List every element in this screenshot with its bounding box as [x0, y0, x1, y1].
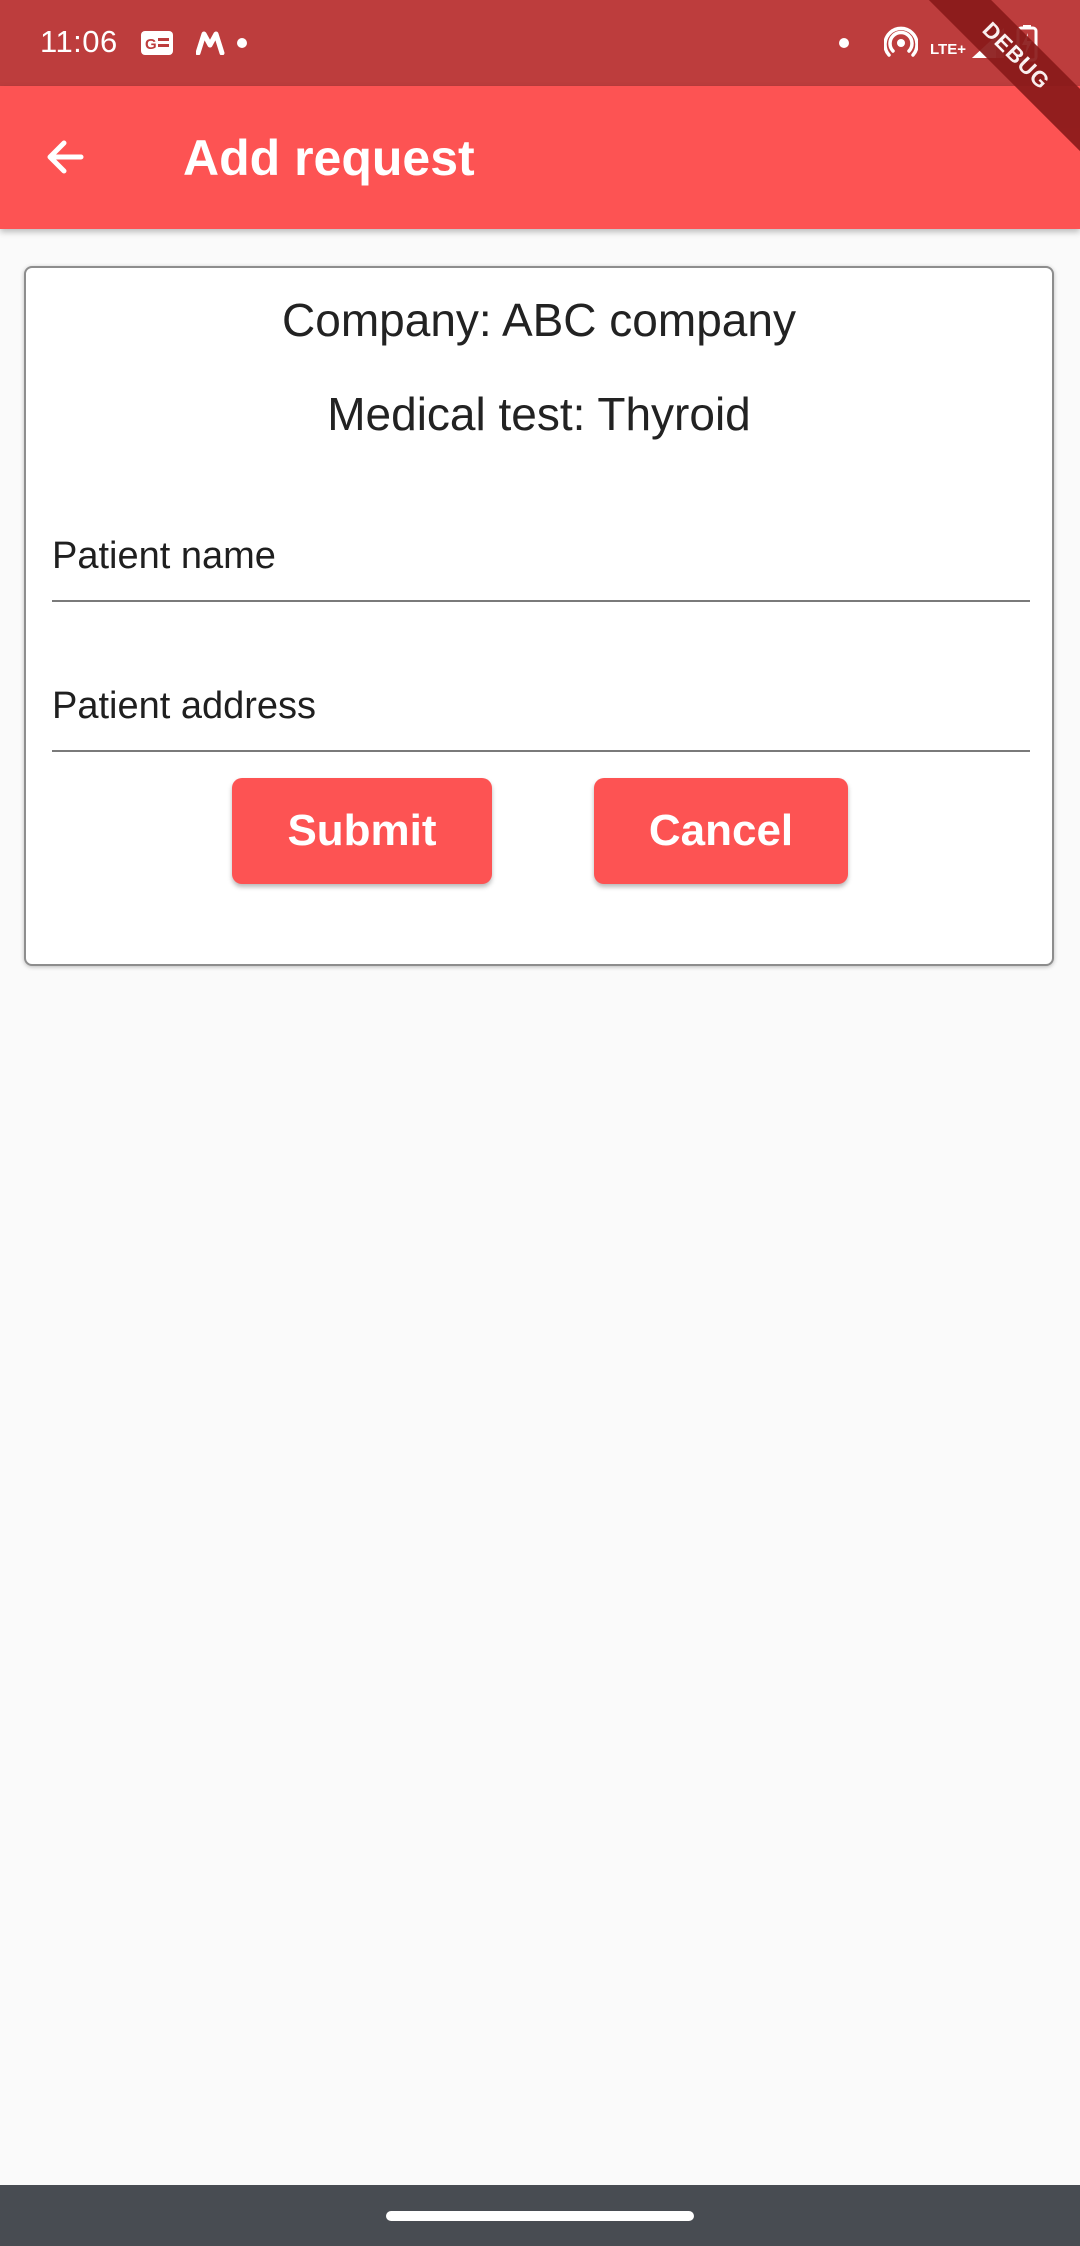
company-label: Company: ABC company: [282, 294, 796, 346]
messaging-app-icon: [196, 22, 232, 64]
notification-dot-icon: [236, 22, 248, 64]
request-card: Company: ABC company Medical test: Thyro…: [24, 266, 1054, 966]
screen: 11:06 G LTE+ DEBUG Add request Company: …: [0, 0, 1080, 2246]
cancel-button[interactable]: Cancel: [594, 778, 848, 884]
arrow-left-icon: [47, 140, 84, 174]
page-title: Add request: [183, 130, 475, 186]
notification-dot-icon: [838, 22, 850, 64]
hotspot-icon: [884, 22, 918, 64]
svg-text:G: G: [145, 36, 157, 53]
back-button[interactable]: [30, 122, 100, 192]
patient-name-field: [52, 506, 1030, 602]
status-time: 11:06: [40, 24, 118, 59]
medical-test-label: Medical test: Thyroid: [327, 388, 751, 440]
network-type-label: LTE+: [930, 40, 966, 58]
patient-name-input[interactable]: [52, 506, 1030, 600]
system-nav-bar: [0, 2185, 1080, 2246]
home-gesture-handle[interactable]: [386, 2211, 694, 2221]
submit-button[interactable]: Submit: [232, 778, 492, 884]
patient-address-input[interactable]: [52, 656, 1030, 750]
news-icon: G: [140, 22, 174, 64]
patient-address-field: [52, 656, 1030, 752]
status-bar: 11:06 G LTE+: [0, 0, 1080, 86]
app-bar: Add request: [0, 86, 1080, 229]
